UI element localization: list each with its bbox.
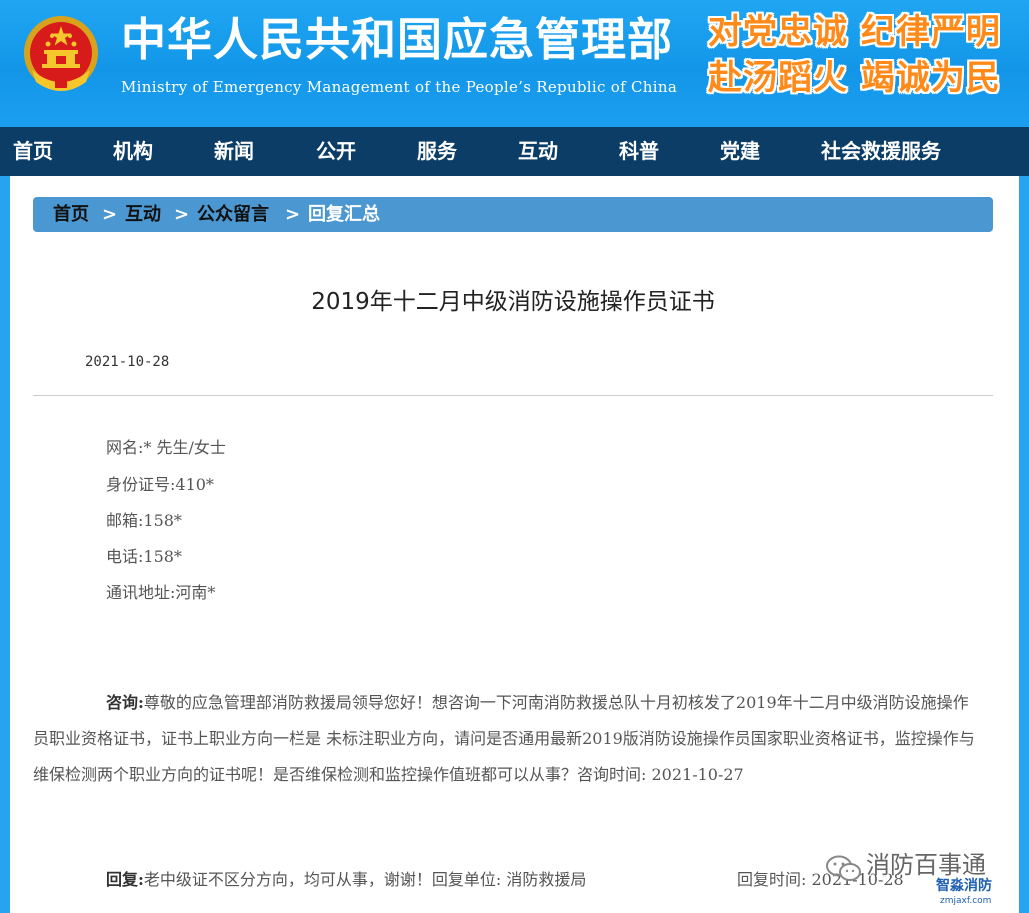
reply-text: 老中级证不区分方向，均可从事，谢谢！回复单位: 消防救援局 [143, 870, 587, 889]
page: 中华人民共和国应急管理部 Ministry of Emergency Manag… [0, 0, 1029, 913]
watermark-logo-text: 智淼消防 [936, 878, 992, 894]
info-id-number: 身份证号:410* [106, 475, 214, 494]
content-frame-right [1019, 176, 1029, 913]
watermark: 消防百事通 智淼消防 zmjaxf.com [818, 848, 1018, 913]
breadcrumb-separator: > [174, 204, 190, 225]
info-phone: 电话:158* [106, 547, 182, 566]
breadcrumb-separator: > [285, 204, 301, 225]
breadcrumb-separator: > [102, 204, 118, 225]
nav-item-rescue-services[interactable]: 社会救援服务 [821, 127, 941, 176]
reply-label: 回复: [106, 870, 144, 889]
watermark-channel-name: 消防百事通 [866, 851, 986, 879]
watermark-site: zmjaxf.com [940, 896, 992, 906]
reply-line: 回复:老中级证不区分方向，均可从事，谢谢！回复单位: 消防救援局 [106, 865, 586, 895]
main-nav: 首页 机构 新闻 公开 服务 互动 科普 党建 社会救援服务 [0, 127, 1029, 176]
info-nickname: 网名:* 先生/女士 [106, 438, 226, 457]
site-title-english: Ministry of Emergency Management of the … [121, 78, 678, 96]
wechat-icon [826, 855, 861, 881]
nav-item-interaction[interactable]: 互动 [518, 127, 558, 176]
nav-item-party[interactable]: 党建 [720, 127, 760, 176]
content-frame-left [0, 176, 10, 913]
nav-item-services[interactable]: 服务 [417, 127, 457, 176]
divider [33, 395, 993, 396]
site-header: 中华人民共和国应急管理部 Ministry of Emergency Manag… [0, 0, 1029, 127]
article-date: 2021-10-28 [85, 354, 170, 370]
article-title: 2019年十二月中级消防设施操作员证书 [311, 289, 715, 315]
nav-item-public[interactable]: 公开 [316, 127, 356, 176]
breadcrumb-reply-summary[interactable]: 回复汇总 [308, 197, 380, 232]
slogan-line-2: 赴汤蹈火 竭诚为民 [708, 58, 1001, 98]
nav-item-home[interactable]: 首页 [13, 127, 53, 176]
national-emblem-icon [24, 16, 98, 91]
info-address: 通讯地址:河南* [106, 583, 216, 602]
breadcrumb-interaction[interactable]: 互动 [125, 197, 161, 232]
info-email: 邮箱:158* [106, 511, 182, 530]
breadcrumb: 首页 > 互动 > 公众留言 > 回复汇总 [33, 197, 993, 232]
nav-item-science[interactable]: 科普 [619, 127, 659, 176]
question-text: 尊敬的应急管理部消防救援局领导您好！想咨询一下河南消防救援总队十月初核发了201… [33, 693, 975, 784]
question-label: 咨询: [106, 693, 144, 712]
site-title: 中华人民共和国应急管理部 [121, 13, 674, 66]
nav-item-organization[interactable]: 机构 [113, 127, 153, 176]
slogan-line-1: 对党忠诚 纪律严明 [708, 12, 1001, 52]
breadcrumb-public-messages[interactable]: 公众留言 [197, 197, 269, 232]
breadcrumb-home[interactable]: 首页 [53, 197, 89, 232]
question-paragraph: 咨询:尊敬的应急管理部消防救援局领导您好！想咨询一下河南消防救援总队十月初核发了… [33, 685, 983, 793]
nav-item-news[interactable]: 新闻 [214, 127, 254, 176]
